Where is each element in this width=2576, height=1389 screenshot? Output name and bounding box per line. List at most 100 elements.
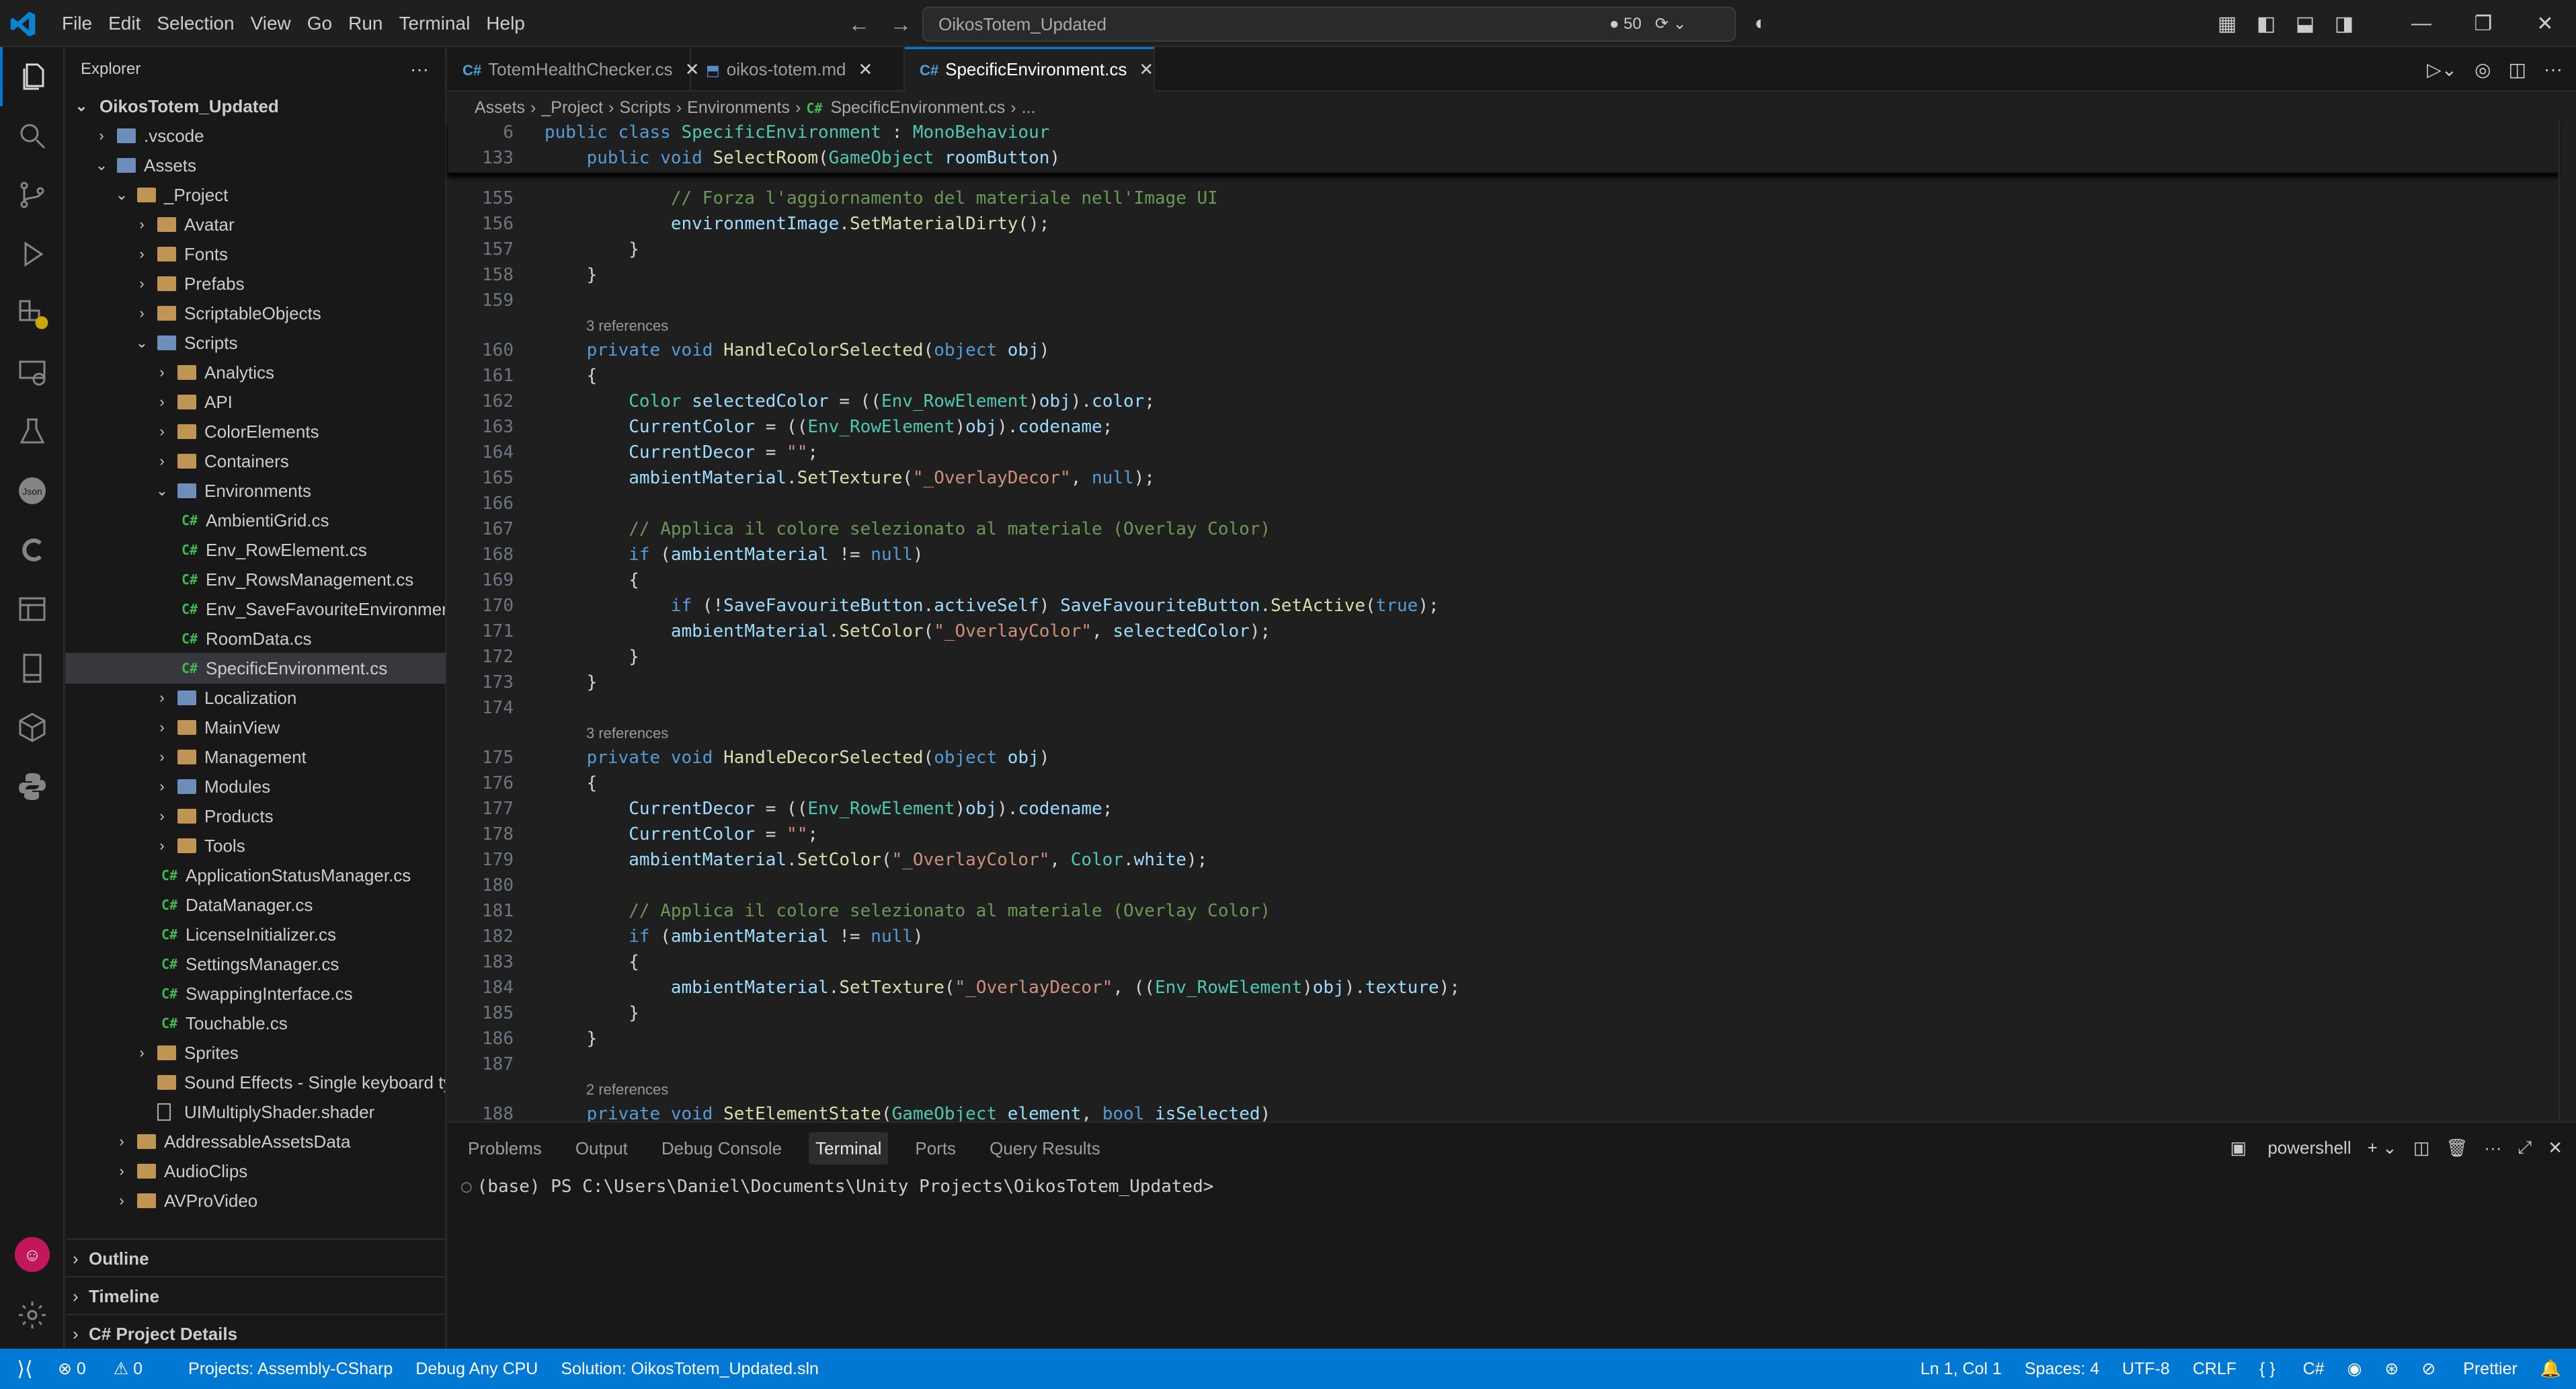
- tree-item-analytics[interactable]: › Analytics: [66, 358, 445, 387]
- tree-item-ambientigrid-cs[interactable]: C# AmbientiGrid.cs: [66, 506, 445, 535]
- panel-tab-problems[interactable]: Problems: [461, 1132, 549, 1164]
- codelens-references[interactable]: 3 references: [586, 316, 668, 336]
- tab-specificenvironment-cs[interactable]: C# SpecificEnvironment.cs ✕: [905, 47, 1155, 91]
- codelens-references[interactable]: 2 references: [586, 1080, 668, 1100]
- sticky-line[interactable]: 6 public class SpecificEnvironment : Mono…: [448, 120, 2532, 145]
- panel-tab-query-results[interactable]: Query Results: [983, 1132, 1107, 1164]
- tree-item-swappinginterface-cs[interactable]: C# SwappingInterface.cs: [66, 979, 445, 1008]
- account-avatar[interactable]: ☺: [15, 1237, 50, 1272]
- tree-item-touchable-cs[interactable]: C# Touchable.cs: [66, 1008, 445, 1038]
- device-icon[interactable]: [0, 639, 65, 698]
- tree-item-settingsmanager-cs[interactable]: C# SettingsManager.cs: [66, 949, 445, 979]
- tree-item-localization[interactable]: › Localization: [66, 683, 445, 713]
- tree-item-products[interactable]: › Products: [66, 801, 445, 831]
- section-c-project-details[interactable]: › C# Project Details: [66, 1314, 446, 1351]
- tree-item-env-savefavouriteenvironment-[interactable]: C# Env_SaveFavouriteEnvironment....: [66, 594, 445, 624]
- section-outline[interactable]: › Outline: [66, 1238, 446, 1276]
- tree-item-avprovideo[interactable]: › AVProVideo: [66, 1186, 445, 1216]
- more-icon[interactable]: ···: [2484, 1138, 2501, 1158]
- python-icon[interactable]: [0, 757, 65, 816]
- minimize-button[interactable]: —: [2390, 0, 2452, 47]
- tree-item-containers[interactable]: › Containers: [66, 446, 445, 476]
- tree-item-mainview[interactable]: › MainView: [66, 713, 445, 742]
- sticky-line[interactable]: 133 public void SelectRoom(GameObject ro…: [448, 145, 2532, 171]
- encoding-status[interactable]: UTF-8: [2122, 1359, 2170, 1379]
- tree-item-datamanager-cs[interactable]: C# DataManager.cs: [66, 890, 445, 920]
- more-actions-icon[interactable]: ···: [410, 47, 429, 91]
- tree-item-applicationstatusmanager-cs[interactable]: C# ApplicationStatusManager.cs: [66, 861, 445, 890]
- tree-item-sprites[interactable]: › Sprites: [66, 1038, 445, 1068]
- split-editor-icon[interactable]: ◫: [2509, 58, 2526, 81]
- tree-item-env-rowelement-cs[interactable]: C# Env_RowElement.cs: [66, 535, 445, 565]
- debug-config-status[interactable]: Debug Any CPU: [415, 1359, 538, 1379]
- tree-item-modules[interactable]: › Modules: [66, 772, 445, 801]
- toggle-secondary-sidebar-icon[interactable]: ◨: [2325, 0, 2364, 47]
- customize-layout-icon[interactable]: ▦: [2208, 0, 2247, 47]
- tree-item-environments[interactable]: ⌄ Environments: [66, 476, 445, 506]
- tree-item-management[interactable]: › Management: [66, 742, 445, 772]
- tree-item-colorelements[interactable]: › ColorElements: [66, 417, 445, 446]
- tree-item-avatar[interactable]: › Avatar: [66, 210, 445, 239]
- run-icon[interactable]: ▷⌄: [2427, 58, 2457, 81]
- menu-run[interactable]: Run: [340, 0, 391, 47]
- toggle-panel-icon[interactable]: ⬓: [2286, 0, 2325, 47]
- json-icon[interactable]: Json: [0, 461, 65, 520]
- breadcrumb-item[interactable]: _Project: [541, 98, 603, 117]
- back-arrow-icon[interactable]: ←: [848, 12, 870, 37]
- tree-item-api[interactable]: › API: [66, 387, 445, 417]
- source-control-count[interactable]: ● 50 ⟳ ⌄: [1609, 8, 1687, 40]
- cursor-position[interactable]: Ln 1, Col 1: [1921, 1359, 2002, 1379]
- breadcrumb-item[interactable]: Scripts: [619, 98, 670, 117]
- section-timeline[interactable]: › Timeline: [66, 1276, 446, 1314]
- menu-terminal[interactable]: Terminal: [391, 0, 478, 47]
- panel-tab-terminal[interactable]: Terminal: [809, 1132, 889, 1164]
- scrollbar[interactable]: [2559, 121, 2576, 1121]
- maximize-panel-icon[interactable]: ⤢: [2518, 1137, 2532, 1158]
- breadcrumb-item[interactable]: Environments: [687, 98, 790, 117]
- new-terminal-icon[interactable]: + ⌄: [2368, 1138, 2397, 1158]
- tree-item-roomdata-cs[interactable]: C# RoomData.cs: [66, 624, 445, 653]
- breadcrumb-item[interactable]: SpecificEnvironment.cs: [830, 98, 1005, 117]
- tree-item-sound-effects-single-keyboard-ty-[interactable]: Sound Effects - Single keyboard ty...: [66, 1068, 445, 1097]
- csharp-dev-kit-icon[interactable]: [0, 520, 65, 580]
- tree-item-licenseinitializer-cs[interactable]: C# LicenseInitializer.cs: [66, 920, 445, 949]
- source-control-icon[interactable]: [0, 165, 65, 225]
- tree-item-addressableassetsdata[interactable]: › AddressableAssetsData: [66, 1127, 445, 1156]
- command-center-search[interactable]: OikosTotem_Updated ● 50 ⟳ ⌄: [922, 7, 1736, 42]
- close-window-button[interactable]: ✕: [2514, 0, 2576, 47]
- tab-totemhealthchecker-cs[interactable]: C# TotemHealthChecker.cs ✕: [448, 47, 699, 91]
- tree-item-tools[interactable]: › Tools: [66, 831, 445, 861]
- tree-item-scriptableobjects[interactable]: › ScriptableObjects: [66, 299, 445, 328]
- live-share-icon[interactable]: ⊛: [2384, 1359, 2399, 1379]
- tree-item-fonts[interactable]: › Fonts: [66, 239, 445, 269]
- menu-selection[interactable]: Selection: [149, 0, 242, 47]
- toggle-primary-sidebar-icon[interactable]: ◧: [2247, 0, 2286, 47]
- projects-status[interactable]: Projects: Assembly-CSharp: [188, 1359, 393, 1379]
- menu-edit[interactable]: Edit: [100, 0, 149, 47]
- problems-status[interactable]: ⊗ 0 ⚠ 0: [58, 1359, 165, 1379]
- tab-oikos-totem-md[interactable]: ⬒ oikos-totem.md ✕: [691, 47, 905, 91]
- trash-icon[interactable]: 🗑: [2446, 1138, 2468, 1158]
- copilot-chat-icon[interactable]: ◎: [2474, 58, 2491, 81]
- close-tab-icon[interactable]: ✕: [1139, 59, 1154, 79]
- copilot-icon[interactable]: ◐: [1741, 0, 1780, 47]
- notifications-bell-icon[interactable]: 🔔: [2540, 1359, 2561, 1379]
- solution-status[interactable]: Solution: OikosTotem_Updated.sln: [561, 1359, 819, 1379]
- search-icon[interactable]: [0, 106, 65, 165]
- restore-button[interactable]: ❐: [2452, 0, 2514, 47]
- panel-tab-output[interactable]: Output: [569, 1132, 635, 1164]
- eol-status[interactable]: CRLF: [2193, 1359, 2237, 1379]
- copilot-status-icon[interactable]: ◉: [2347, 1359, 2362, 1379]
- prettier-status[interactable]: ⊘ Prettier: [2421, 1359, 2518, 1379]
- menu-go[interactable]: Go: [299, 0, 340, 47]
- explorer-icon[interactable]: [0, 47, 65, 106]
- tree-item-scripts[interactable]: ⌄ Scripts: [66, 328, 445, 358]
- tree-item-audioclips[interactable]: › AudioClips: [66, 1156, 445, 1186]
- panel-tab-ports[interactable]: Ports: [908, 1132, 963, 1164]
- indentation-status[interactable]: Spaces: 4: [2025, 1359, 2099, 1379]
- sticky-scroll[interactable]: 6 public class SpecificEnvironment : Mono…: [448, 120, 2559, 173]
- terminal-shell-icon[interactable]: ▣ powershell: [2230, 1138, 2351, 1158]
- forward-arrow-icon[interactable]: →: [890, 12, 912, 37]
- panels-icon[interactable]: [0, 580, 65, 639]
- language-status[interactable]: { } C#: [2259, 1359, 2325, 1379]
